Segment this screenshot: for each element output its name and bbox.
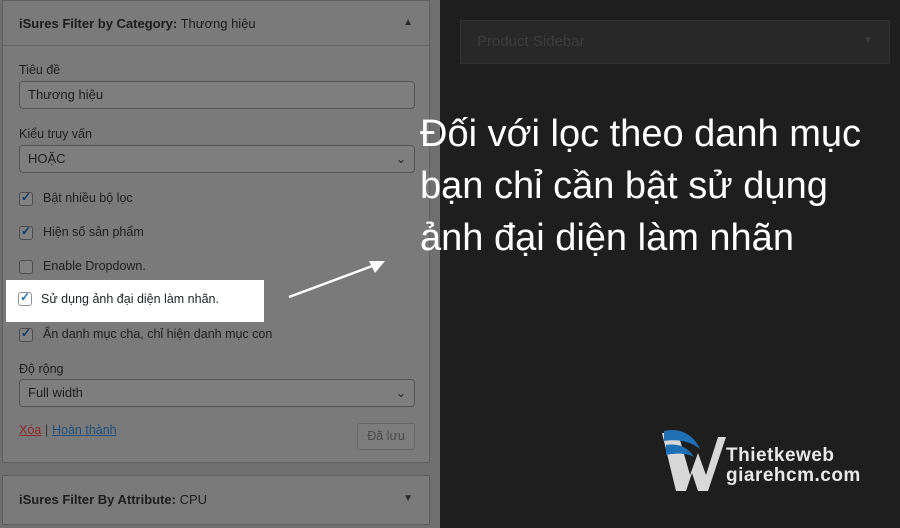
caret-down-icon[interactable]: ▼	[863, 35, 873, 46]
checkbox-icon[interactable]: ✓	[18, 290, 32, 306]
widget-title: iSures Filter by Category: Thương hiệu	[19, 16, 256, 31]
title-field-label: Tiêu đề	[19, 63, 61, 77]
caret-down-icon[interactable]: ▼	[403, 493, 413, 504]
checkbox-label: Ẩn danh mục cha, chỉ hiện danh mục con	[43, 327, 273, 341]
saved-button[interactable]: Đã lưu	[357, 423, 415, 450]
category-filter-widget: iSures Filter by Category: Thương hiệu ▲…	[2, 0, 430, 463]
caret-up-icon[interactable]: ▲	[403, 17, 413, 28]
attribute-filter-widget: iSures Filter By Attribute: CPU ▼	[2, 475, 430, 525]
logo-w-icon	[662, 429, 726, 491]
widget-title: iSures Filter By Attribute: CPU	[19, 492, 207, 507]
arrow-icon	[288, 261, 385, 299]
dark-overlay-area: Product Sidebar ▼ Đối với lọc theo danh …	[420, 0, 900, 528]
width-field-label: Độ rộng	[19, 362, 64, 376]
checkbox-icon[interactable]	[19, 260, 33, 274]
title-input[interactable]: Thương hiệu	[19, 81, 415, 109]
query-type-select[interactable]: HOẶC ⌄	[19, 145, 415, 173]
widget-title-prefix: iSures Filter By Attribute:	[19, 492, 176, 507]
chevron-down-icon: ⌄	[395, 386, 406, 400]
callout-text: Đối với lọc theo danh mục bạn chỉ cần bậ…	[420, 113, 862, 259]
product-sidebar-title: Product Sidebar	[477, 33, 585, 50]
brand-line-2: giarehcm.com	[726, 465, 861, 486]
checkbox-label: Enable Dropdown.	[43, 259, 146, 273]
checkbox-icon[interactable]: ✓	[19, 190, 33, 206]
checkbox-label: Hiện số sản phẩm	[43, 225, 144, 239]
checkbox-icon[interactable]: ✓	[19, 224, 33, 240]
checkbox-label: Sử dụng ảnh đại diện làm nhãn.	[41, 292, 219, 306]
width-value: Full width	[28, 385, 83, 400]
product-sidebar-widget-area[interactable]: Product Sidebar ▼	[460, 20, 890, 64]
widget-title-value: Thương hiệu	[180, 16, 256, 31]
query-type-value: HOẶC	[28, 151, 66, 166]
delete-link[interactable]: Xóa	[19, 423, 41, 437]
checkbox-icon[interactable]: ✓	[19, 326, 33, 342]
widget-title-prefix: iSures Filter by Category:	[19, 16, 178, 31]
widget-title-value: CPU	[179, 492, 208, 507]
widget-header[interactable]: iSures Filter by Category: Thương hiệu ▲	[3, 1, 429, 46]
widget-header[interactable]: iSures Filter By Attribute: CPU ▼	[3, 476, 429, 520]
highlighted-checkbox-featured-image[interactable]: ✓ Sử dụng ảnh đại diện làm nhãn.	[6, 280, 264, 322]
width-select[interactable]: Full width ⌄	[19, 379, 415, 407]
query-type-label: Kiểu truy vấn	[19, 127, 92, 141]
done-link[interactable]: Hoàn thành	[52, 423, 117, 437]
brand-logo: Thietkeweb giarehcm.com	[660, 427, 890, 497]
chevron-down-icon: ⌄	[395, 152, 406, 166]
widget-editor-panel: iSures Filter by Category: Thương hiệu ▲…	[0, 0, 440, 528]
link-separator: |	[45, 423, 49, 437]
brand-line-1: Thietkeweb	[726, 445, 835, 466]
checkbox-label: Bật nhiều bộ lọc	[43, 191, 133, 205]
